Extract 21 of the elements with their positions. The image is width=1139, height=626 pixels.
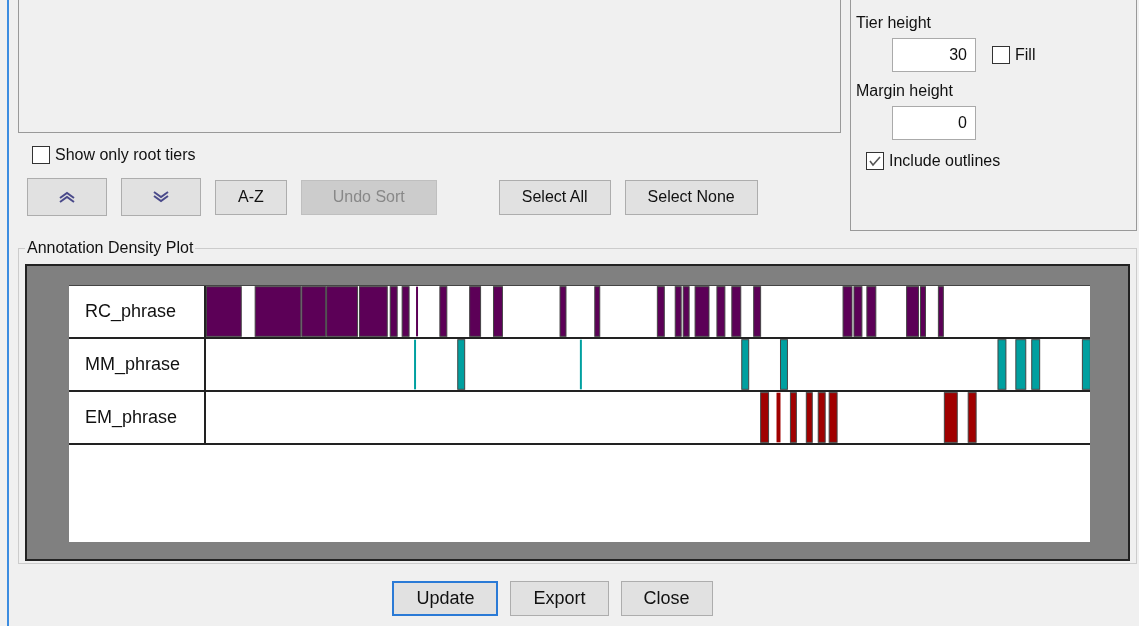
select-button[interactable]: Select None [624, 179, 758, 215]
checkbox-label: Fill [1015, 46, 1036, 64]
checkbox[interactable] [866, 152, 884, 170]
dialog-button[interactable]: Update [392, 581, 499, 616]
tier-height-field[interactable]: 30 [892, 38, 976, 72]
checkbox[interactable] [32, 146, 50, 164]
tier-label: MM_phrase [69, 339, 207, 390]
margin-height-field[interactable]: 0 [892, 106, 976, 140]
checkbox-label: Show only root tiers [55, 146, 196, 164]
double-chevron-down-icon [152, 191, 170, 203]
dialog-button[interactable]: Export [510, 581, 609, 616]
double-chevron-up-icon [58, 191, 76, 203]
dialog-button[interactable]: Close [620, 581, 713, 616]
checkbox-label: Include outlines [889, 152, 1001, 170]
tier-label: EM_phrase [69, 392, 207, 443]
sort-button[interactable]: A-Z [215, 179, 287, 215]
field-label: Tier height [856, 14, 932, 32]
field-label: Margin height [856, 82, 954, 100]
select-button[interactable]: Select All [498, 179, 611, 215]
group-title: Annotation Density Plot [25, 239, 196, 257]
checkbox[interactable] [992, 46, 1010, 64]
